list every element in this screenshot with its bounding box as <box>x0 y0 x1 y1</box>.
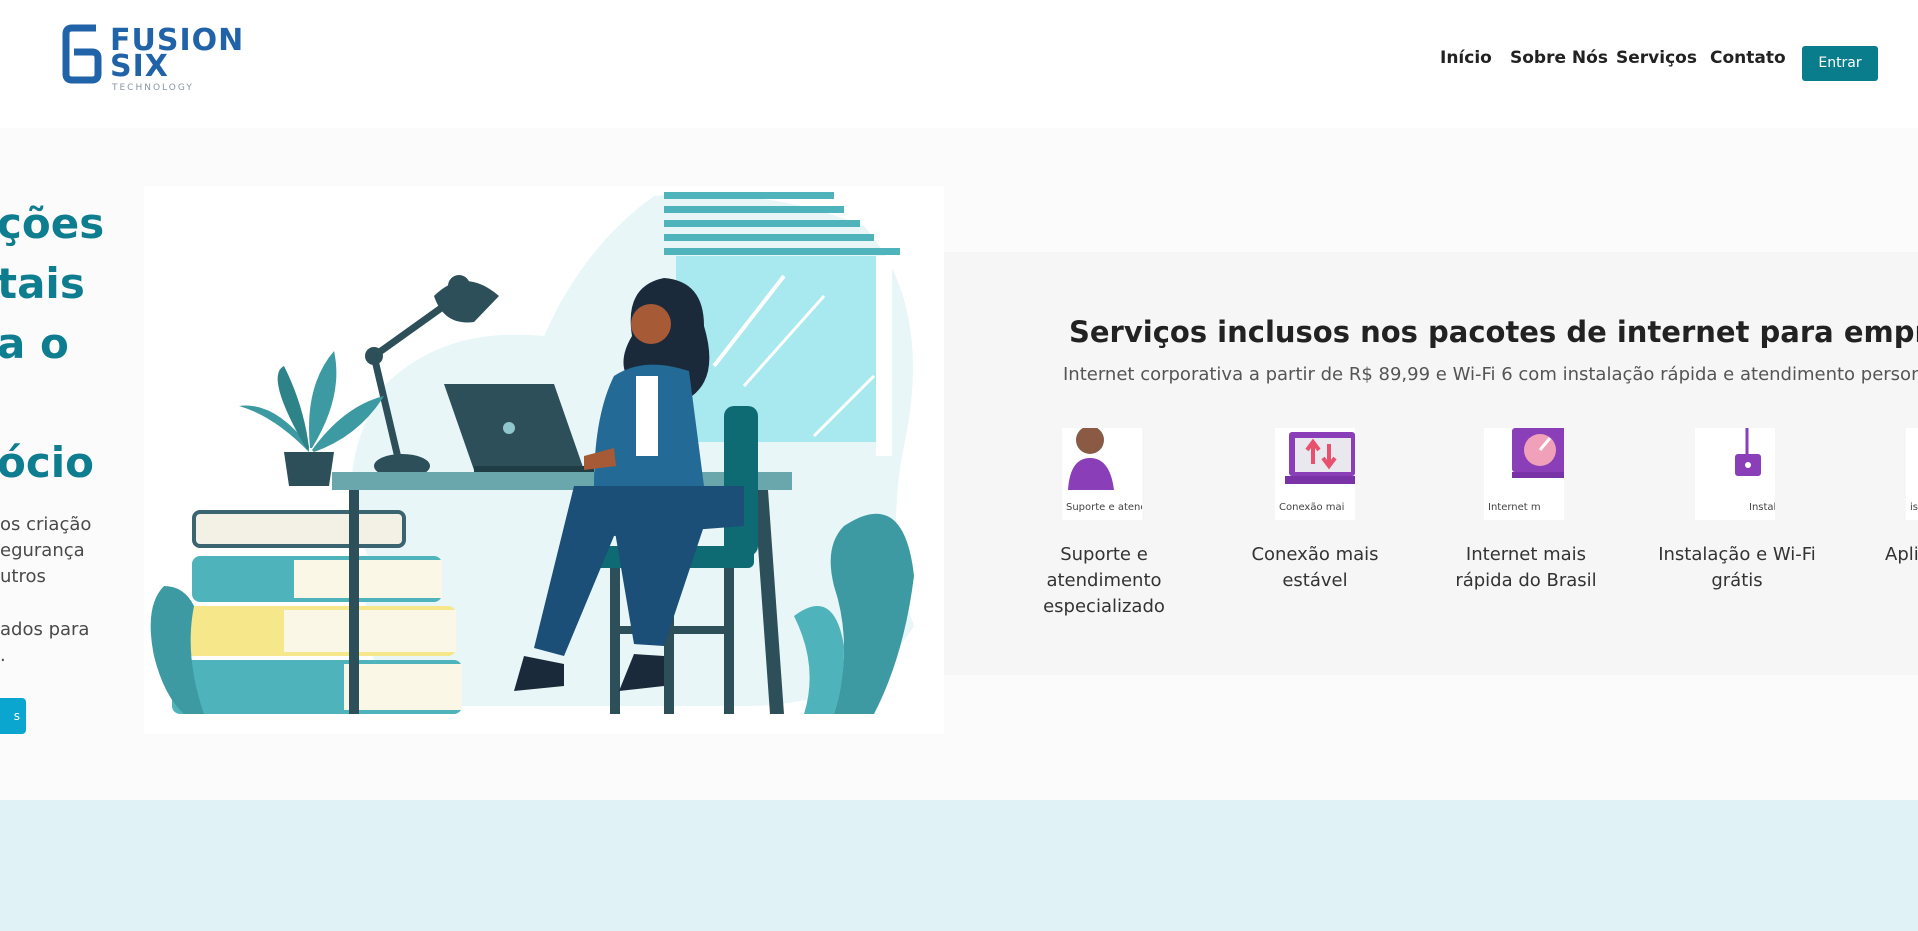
speedometer-monitor-icon: Internet m <box>1484 428 1564 520</box>
services-panel: Serviços inclusos nos pacotes de interne… <box>944 252 1918 675</box>
brand-logo[interactable]: FUSION SIX TECHNOLOGY <box>62 24 243 96</box>
nav-inicio[interactable]: Início <box>1440 48 1492 68</box>
hero-heading-line: a o <box>0 319 69 368</box>
router-icon: Instal <box>1695 428 1775 520</box>
service-thumb-caption: is <box>1910 502 1918 513</box>
nav-sobre-nos[interactable]: Sobre Nós <box>1510 48 1608 68</box>
brand-tagline: TECHNOLOGY <box>112 83 194 93</box>
service-label: Aplicativos pa negóci <box>1885 544 1918 565</box>
service-thumb-caption: Internet m <box>1488 502 1541 513</box>
hero-heading-line: ções <box>0 199 105 248</box>
service-label: Conexão mais estável <box>1251 544 1379 591</box>
next-section-band <box>0 800 1918 931</box>
service-label: Suporte e atendimento especializado <box>1043 544 1165 617</box>
services-title: Serviços inclusos nos pacotes de interne… <box>1069 315 1918 349</box>
hero-heading-line: tais <box>0 259 85 308</box>
service-thumb-caption: Suporte e atenc <box>1066 502 1142 513</box>
hero-paragraph-line: ados para <box>0 619 90 640</box>
hero-paragraph-line: . <box>0 645 6 666</box>
hero-paragraph-line: os criação <box>0 514 92 535</box>
service-label: Instalação e Wi-Fi grátis <box>1658 544 1816 591</box>
apps-icon: is <box>1906 428 1918 520</box>
laptop-transfer-icon: Conexão mai <box>1275 428 1355 520</box>
nav-contato[interactable]: Contato <box>1710 48 1786 68</box>
nav-servicos[interactable]: Serviços <box>1616 48 1697 68</box>
hero-paragraph-line: egurança <box>0 540 85 561</box>
hero-illustration <box>144 186 944 734</box>
site-header: FUSION SIX TECHNOLOGY Início Sobre Nós S… <box>0 0 1918 128</box>
service-thumb-caption: Conexão mai <box>1279 502 1345 513</box>
hero-paragraph-line: utros <box>0 566 46 587</box>
brand-name-line2: SIX <box>110 49 169 84</box>
login-button[interactable]: Entrar <box>1802 46 1878 81</box>
hero-heading-line: ócio <box>0 438 95 487</box>
service-label: Internet mais rápida do Brasil <box>1455 544 1597 591</box>
six-logo-icon <box>62 24 102 84</box>
service-thumb-caption: Instal <box>1749 502 1775 513</box>
hero-cta-button[interactable]: s <box>0 698 26 734</box>
services-subtitle: Internet corporativa a partir de R$ 89,9… <box>1063 364 1918 385</box>
support-agent-icon: Suporte e atenc <box>1062 428 1142 520</box>
